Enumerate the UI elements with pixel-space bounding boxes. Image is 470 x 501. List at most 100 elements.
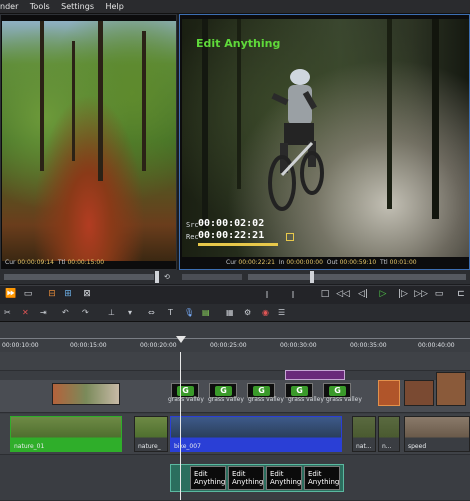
- track-row: G G G G G grass valley grass valley gras…: [0, 372, 470, 413]
- photo-clip[interactable]: [436, 372, 466, 406]
- text-icon[interactable]: T: [168, 307, 173, 318]
- grass-valley-logo-icon: G: [291, 386, 308, 396]
- mark-out-button[interactable]: ⊞: [62, 288, 74, 301]
- title-clip[interactable]: Edit Anything: [266, 466, 302, 490]
- menu-help[interactable]: Help: [106, 2, 124, 11]
- source-scrub-handle[interactable]: [155, 271, 159, 283]
- display-button[interactable]: ▭: [434, 288, 444, 301]
- record-scrub-handle[interactable]: [310, 271, 314, 283]
- ruler-label: 00:00:10:00: [2, 342, 39, 349]
- transport-bar: ⏩ ▭ ⊟ ⊞ ⊠ ꞁ ꞁ □ ◁◁ ◁| ▷ |▷ ▷▷ ▭ ⊏: [0, 285, 470, 305]
- source-video-frame: [2, 21, 176, 261]
- timeline-toolbar: ✂ ✕ ⇥ ↶ ↷ ⊥ ▾ ⇔ T 🎙 ▤ ▦ ⚙ ◉ ☰: [0, 304, 470, 322]
- record-player: Edit Anything Src 00:00:02:02 Rec 00:00:…: [179, 14, 470, 270]
- ruler-label: 00:00:35:00: [350, 342, 387, 349]
- title-clip[interactable]: Edit Anything: [304, 466, 340, 490]
- mic-icon[interactable]: 🎙: [184, 307, 194, 318]
- record-scrub-bar[interactable]: [248, 274, 466, 280]
- video-track: nature_01 nature_ bike_007 nat... n... s…: [0, 414, 470, 455]
- step-back-button[interactable]: ◁|: [356, 288, 370, 301]
- link-icon[interactable]: ⟲: [164, 273, 170, 281]
- record-rec-timecode: 00:00:22:21: [198, 230, 265, 241]
- record-icon[interactable]: ◉: [262, 307, 269, 318]
- video-clip[interactable]: speed: [404, 416, 470, 452]
- record-progress-bar: [198, 243, 278, 246]
- ruler-label: 00:00:30:00: [280, 342, 317, 349]
- menu-tools[interactable]: Tools: [30, 2, 50, 11]
- clip-label: nature_: [138, 443, 161, 450]
- record-out-label: Out: [326, 259, 338, 266]
- video-clip[interactable]: nature_01: [10, 416, 122, 452]
- record-cur-time: 00:00:22:21: [238, 259, 275, 266]
- stop-button[interactable]: □: [320, 288, 330, 301]
- rewind-button[interactable]: ◁◁: [336, 288, 350, 301]
- ruler-label: 00:00:40:00: [418, 342, 455, 349]
- delete-icon[interactable]: ✕: [22, 307, 29, 318]
- source-ttl-label: Ttl: [57, 259, 66, 266]
- overlay-title: Edit Anything: [196, 37, 281, 50]
- more-button[interactable]: ⊏: [456, 288, 466, 301]
- record-src-timecode: 00:00:02:02: [198, 218, 265, 229]
- mark-in-icon[interactable]: ꞁ: [262, 288, 272, 301]
- timeline-tracks: G G G G G grass valley grass valley gras…: [0, 352, 470, 501]
- record-in-time: 00:00:00:00: [286, 259, 323, 266]
- title-track: Edit Anything Edit Anything Edit Anythin…: [0, 460, 470, 501]
- photo-clip[interactable]: [378, 380, 400, 406]
- mark-in-button[interactable]: ⊟: [46, 288, 58, 301]
- ruler-label: 00:00:20:00: [140, 342, 177, 349]
- menu-render[interactable]: nder: [0, 2, 18, 11]
- grass-valley-logo-icon: G: [329, 386, 346, 396]
- clip-label: speed: [408, 443, 427, 450]
- source-cur-time: 00:00:09:14: [17, 259, 54, 266]
- grid-icon[interactable]: ▦: [226, 307, 234, 318]
- ripple-icon[interactable]: ⇥: [40, 307, 47, 318]
- list-icon[interactable]: ☰: [278, 307, 285, 318]
- effect-clip[interactable]: [285, 370, 345, 380]
- settings-icon[interactable]: ⚙: [244, 307, 251, 318]
- playhead-marker[interactable]: [176, 336, 186, 343]
- rider-graphic: [268, 69, 324, 211]
- video-clip[interactable]: nat...: [352, 416, 376, 452]
- transition-label: grass valley: [288, 396, 324, 403]
- fast-forward-button[interactable]: ⏩: [4, 288, 18, 301]
- play-button[interactable]: ▷: [378, 288, 388, 301]
- video-clip[interactable]: nature_: [134, 416, 168, 452]
- audio-mixer-icon[interactable]: ▤: [202, 307, 210, 318]
- razor-icon[interactable]: ✂: [4, 307, 11, 318]
- undo-icon[interactable]: ↶: [62, 307, 69, 318]
- clip-label: nat...: [356, 443, 372, 450]
- photo-clip[interactable]: [52, 383, 120, 405]
- record-status: Cur 00:00:22:21 In 00:00:00:00 Out 00:00…: [226, 259, 417, 266]
- source-player: Cur 00:00:09:14 Ttl 00:00:15:00: [0, 14, 177, 270]
- snap-icon[interactable]: ⊥: [108, 307, 115, 318]
- record-rec-label: Rec: [186, 233, 199, 241]
- title-clip[interactable]: Edit Anything: [190, 466, 226, 490]
- slip-icon[interactable]: ⇔: [148, 307, 155, 318]
- video-clip[interactable]: n...: [378, 416, 400, 452]
- fast-forward-end-button[interactable]: ▷▷: [414, 288, 428, 301]
- source-scrub-bar[interactable]: [4, 274, 154, 280]
- mark-out-icon[interactable]: ꞁ: [288, 288, 298, 301]
- marker-icon[interactable]: ▾: [128, 307, 132, 318]
- ruler-label: 00:00:15:00: [70, 342, 107, 349]
- title-clip[interactable]: Edit Anything: [228, 466, 264, 490]
- source-ttl-time: 00:00:15:00: [67, 259, 105, 266]
- safe-area-icon: [286, 233, 294, 241]
- transition-label: grass valley: [208, 396, 244, 403]
- menu-settings[interactable]: Settings: [61, 2, 94, 11]
- video-clip[interactable]: bike_007: [170, 416, 342, 452]
- scrub-area: ⟲: [0, 270, 470, 284]
- insert-button[interactable]: ⊠: [80, 288, 94, 301]
- redo-icon[interactable]: ↷: [82, 307, 89, 318]
- transition-label: grass valley: [326, 396, 362, 403]
- record-ttl-label: Ttl: [380, 259, 388, 266]
- monitor-button[interactable]: ▭: [22, 288, 34, 301]
- record-ttl-time: 00:01:00: [389, 259, 417, 266]
- playhead-line[interactable]: [180, 352, 181, 500]
- transition-label: grass valley: [168, 396, 204, 403]
- photo-clip[interactable]: [404, 380, 434, 406]
- shuttle-bar[interactable]: [182, 274, 242, 280]
- record-in-label: In: [278, 259, 285, 266]
- timeline-ruler[interactable]: 00:00:10:00 00:00:15:00 00:00:20:00 00:0…: [0, 322, 470, 353]
- step-forward-button[interactable]: |▷: [396, 288, 410, 301]
